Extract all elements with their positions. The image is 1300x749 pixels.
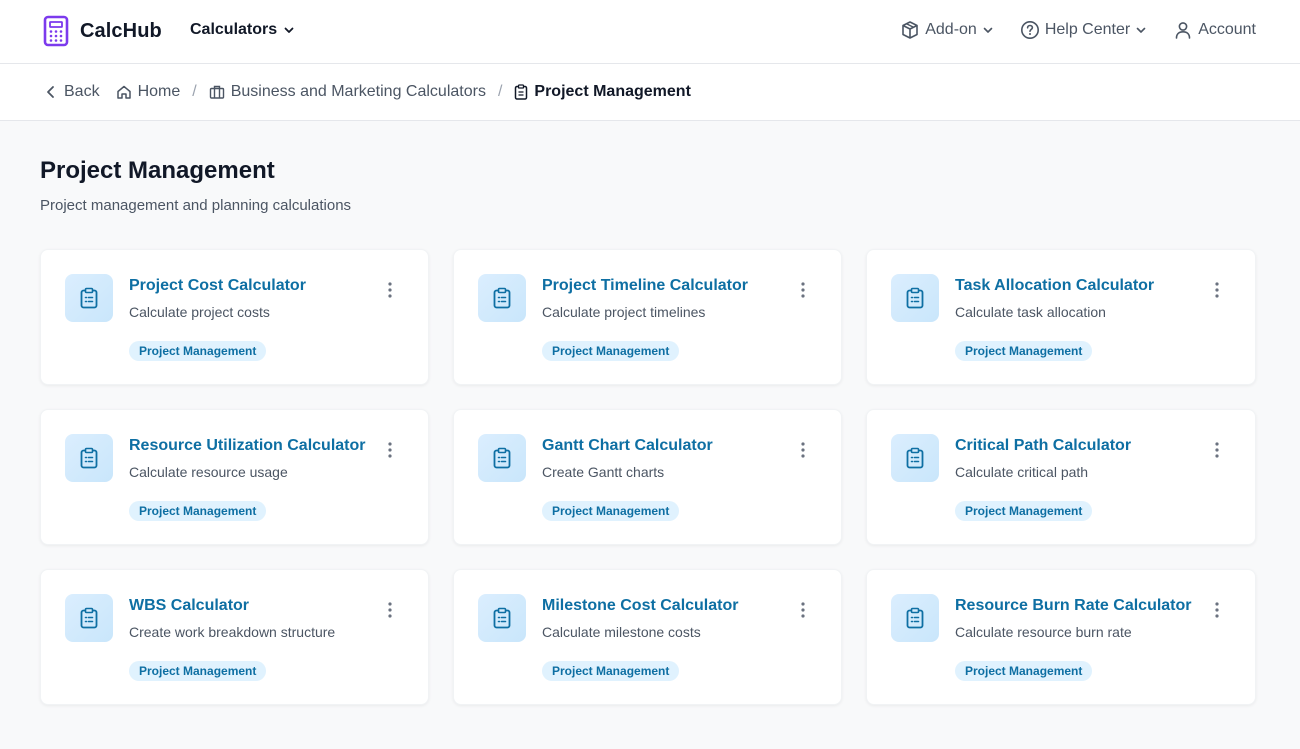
- chevron-down-icon: [283, 24, 295, 36]
- card-category-tag: Project Management: [955, 661, 1093, 681]
- card-title[interactable]: Milestone Cost Calculator: [542, 597, 738, 615]
- top-navigation-bar: CalcHub Calculators Add-on Help Center A…: [0, 0, 1300, 64]
- calculator-card[interactable]: Resource Utilization Calculator Calculat…: [40, 409, 429, 545]
- card-category-tag: Project Management: [129, 501, 267, 521]
- card-title[interactable]: Project Timeline Calculator: [542, 277, 748, 295]
- addon-label: Add-on: [925, 21, 977, 38]
- calculator-card[interactable]: Milestone Cost Calculator Calculate mile…: [453, 569, 842, 705]
- card-description: Calculate resource burn rate: [955, 624, 1132, 640]
- card-title[interactable]: Resource Burn Rate Calculator: [955, 597, 1192, 615]
- card-description: Calculate resource usage: [129, 464, 288, 480]
- card-title[interactable]: Resource Utilization Calculator: [129, 437, 366, 455]
- page-subtitle: Project management and planning calculat…: [40, 197, 352, 214]
- card-title[interactable]: Gantt Chart Calculator: [542, 437, 713, 455]
- home-label: Home: [137, 83, 181, 100]
- account-menu[interactable]: Account: [1173, 20, 1256, 40]
- card-title[interactable]: Critical Path Calculator: [955, 437, 1131, 455]
- breadcrumb-current: Project Management: [514, 83, 691, 101]
- brand-name: CalcHub: [80, 19, 162, 42]
- back-link[interactable]: Back: [44, 83, 100, 101]
- brand-logo-link[interactable]: CalcHub: [43, 15, 162, 47]
- calculators-menu-label: Calculators: [190, 21, 278, 38]
- help-center-menu[interactable]: Help Center: [1020, 20, 1147, 40]
- more-options-icon[interactable]: [382, 601, 398, 619]
- card-description: Calculate critical path: [955, 464, 1089, 480]
- card-description: Create work breakdown structure: [129, 624, 336, 640]
- more-options-icon[interactable]: [382, 281, 398, 299]
- current-label: Project Management: [534, 83, 691, 100]
- breadcrumb-category-link[interactable]: Business and Marketing Calculators: [209, 83, 486, 101]
- more-options-icon[interactable]: [795, 281, 811, 299]
- card-category-tag: Project Management: [542, 501, 680, 521]
- calculator-card[interactable]: Critical Path Calculator Calculate criti…: [866, 409, 1256, 545]
- clipboard-icon: [478, 594, 526, 642]
- more-options-icon[interactable]: [1209, 281, 1225, 299]
- card-description: Calculate project timelines: [542, 304, 706, 320]
- breadcrumb: Back Home / Business and Marketing Calcu…: [0, 64, 1300, 121]
- more-options-icon[interactable]: [382, 441, 398, 459]
- more-options-icon[interactable]: [795, 601, 811, 619]
- briefcase-icon: [209, 84, 225, 100]
- card-description: Calculate project costs: [129, 304, 270, 320]
- breadcrumb-separator: /: [497, 83, 503, 100]
- clipboard-icon: [478, 274, 526, 322]
- package-icon: [900, 20, 920, 40]
- clipboard-icon: [65, 274, 113, 322]
- more-options-icon[interactable]: [795, 441, 811, 459]
- breadcrumb-home-link[interactable]: Home: [116, 83, 181, 101]
- category-label: Business and Marketing Calculators: [230, 83, 486, 100]
- card-title[interactable]: WBS Calculator: [129, 597, 249, 615]
- clipboard-icon: [891, 594, 939, 642]
- chevron-down-icon: [982, 24, 994, 36]
- card-description: Create Gantt charts: [542, 464, 665, 480]
- home-icon: [116, 84, 132, 100]
- calculator-card[interactable]: WBS Calculator Create work breakdown str…: [40, 569, 429, 705]
- calculator-card[interactable]: Gantt Chart Calculator Create Gantt char…: [453, 409, 842, 545]
- calculator-card-grid: Project Cost Calculator Calculate projec…: [40, 249, 1256, 705]
- page-title: Project Management: [40, 157, 275, 184]
- help-center-label: Help Center: [1044, 21, 1131, 38]
- calculator-card[interactable]: Resource Burn Rate Calculator Calculate …: [866, 569, 1256, 705]
- chevron-left-icon: [44, 84, 58, 100]
- help-circle-icon: [1020, 20, 1040, 40]
- more-options-icon[interactable]: [1209, 441, 1225, 459]
- calculators-menu[interactable]: Calculators: [190, 21, 295, 39]
- calculator-card[interactable]: Project Timeline Calculator Calculate pr…: [453, 249, 842, 385]
- more-options-icon[interactable]: [1209, 601, 1225, 619]
- user-icon: [1173, 20, 1193, 40]
- clipboard-icon: [891, 274, 939, 322]
- calculator-card[interactable]: Project Cost Calculator Calculate projec…: [40, 249, 429, 385]
- clipboard-icon: [478, 434, 526, 482]
- card-category-tag: Project Management: [542, 661, 680, 681]
- clipboard-icon: [65, 594, 113, 642]
- clipboard-icon: [891, 434, 939, 482]
- card-category-tag: Project Management: [542, 341, 680, 361]
- addon-menu[interactable]: Add-on: [900, 20, 994, 40]
- clipboard-icon: [514, 84, 528, 100]
- clipboard-icon: [65, 434, 113, 482]
- card-category-tag: Project Management: [129, 341, 267, 361]
- back-label: Back: [64, 83, 100, 100]
- card-title[interactable]: Task Allocation Calculator: [955, 277, 1154, 295]
- card-category-tag: Project Management: [955, 341, 1093, 361]
- chevron-down-icon: [1135, 24, 1147, 36]
- calculator-icon: [43, 15, 69, 47]
- card-description: Calculate task allocation: [955, 304, 1106, 320]
- breadcrumb-separator: /: [192, 83, 197, 100]
- calculator-card[interactable]: Task Allocation Calculator Calculate tas…: [866, 249, 1256, 385]
- account-label: Account: [1198, 21, 1256, 38]
- card-title[interactable]: Project Cost Calculator: [129, 277, 306, 295]
- card-category-tag: Project Management: [955, 501, 1093, 521]
- card-category-tag: Project Management: [129, 661, 267, 681]
- card-description: Calculate milestone costs: [542, 624, 701, 640]
